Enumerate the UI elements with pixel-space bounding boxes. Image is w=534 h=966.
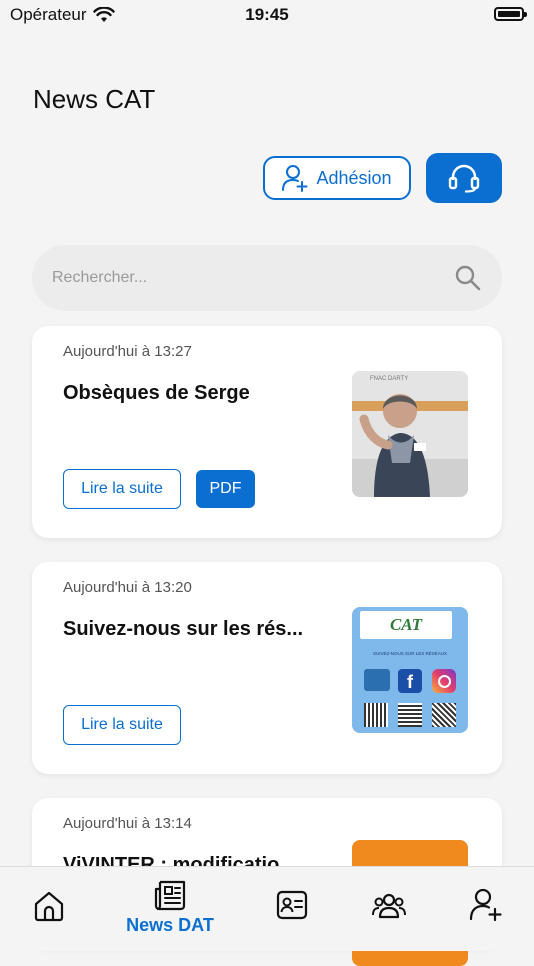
adhesion-label: Adhésion — [316, 167, 392, 188]
news-card[interactable]: Aujourd'hui à 13:27 Obsèques de Serge FN… — [32, 326, 502, 538]
users-icon — [372, 893, 406, 919]
tab-news-label: News DAT — [126, 915, 214, 935]
tab-home[interactable] — [28, 867, 70, 951]
headset-icon — [448, 164, 480, 193]
news-date: Aujourd'hui à 13:27 — [63, 343, 192, 360]
home-icon — [34, 891, 64, 922]
search-bar[interactable] — [32, 245, 502, 311]
thumb-caption: FNAC DARTY — [370, 376, 409, 382]
read-more-button[interactable]: Lire la suite — [63, 469, 181, 509]
read-more-button[interactable]: Lire la suite — [63, 705, 181, 745]
cat-logo: CAT — [360, 611, 452, 639]
news-date: Aujourd'hui à 13:20 — [63, 579, 192, 596]
news-title: Obsèques de Serge — [63, 382, 250, 404]
facebook-icon: f — [398, 669, 422, 693]
instagram-icon — [432, 669, 456, 693]
thumb-subtitle: SUIVEZ-NOUS SUR LES RÉSEAUX — [372, 651, 448, 656]
monitor-icon — [364, 669, 390, 691]
status-bar: Opérateur 19:45 — [0, 0, 534, 32]
add-user-icon — [469, 888, 502, 921]
qr-code-icon — [364, 703, 388, 727]
news-title: Suivez-nous sur les rés... — [63, 618, 304, 640]
clock: 19:45 — [245, 5, 289, 24]
member-card-icon — [276, 890, 308, 920]
search-icon[interactable] — [454, 264, 482, 292]
qr-code-icon — [398, 703, 422, 727]
cat-logo-text: CAT — [389, 615, 423, 634]
search-input[interactable] — [52, 245, 432, 311]
tab-card[interactable] — [272, 867, 312, 951]
tab-news[interactable]: News DAT — [115, 867, 225, 951]
news-thumbnail: CAT SUIVEZ-NOUS SUR LES RÉSEAUX f — [352, 607, 468, 733]
support-button[interactable] — [426, 153, 502, 203]
tab-bar: News DAT — [0, 866, 534, 951]
battery-icon — [494, 7, 527, 21]
news-card[interactable]: Aujourd'hui à 13:20 Suivez-nous sur les … — [32, 562, 502, 774]
news-date: Aujourd'hui à 13:14 — [63, 815, 192, 832]
person-photo — [352, 371, 468, 497]
tab-add-member[interactable] — [466, 867, 506, 951]
pdf-button[interactable]: PDF — [196, 470, 255, 508]
newspaper-icon — [154, 880, 186, 911]
page-title: News CAT — [33, 84, 156, 114]
tab-group[interactable] — [368, 867, 410, 951]
news-thumbnail: FNAC DARTY — [352, 371, 468, 497]
adhesion-button[interactable]: Adhésion — [263, 156, 411, 200]
qr-code-icon — [432, 703, 456, 727]
add-user-icon — [282, 165, 308, 192]
